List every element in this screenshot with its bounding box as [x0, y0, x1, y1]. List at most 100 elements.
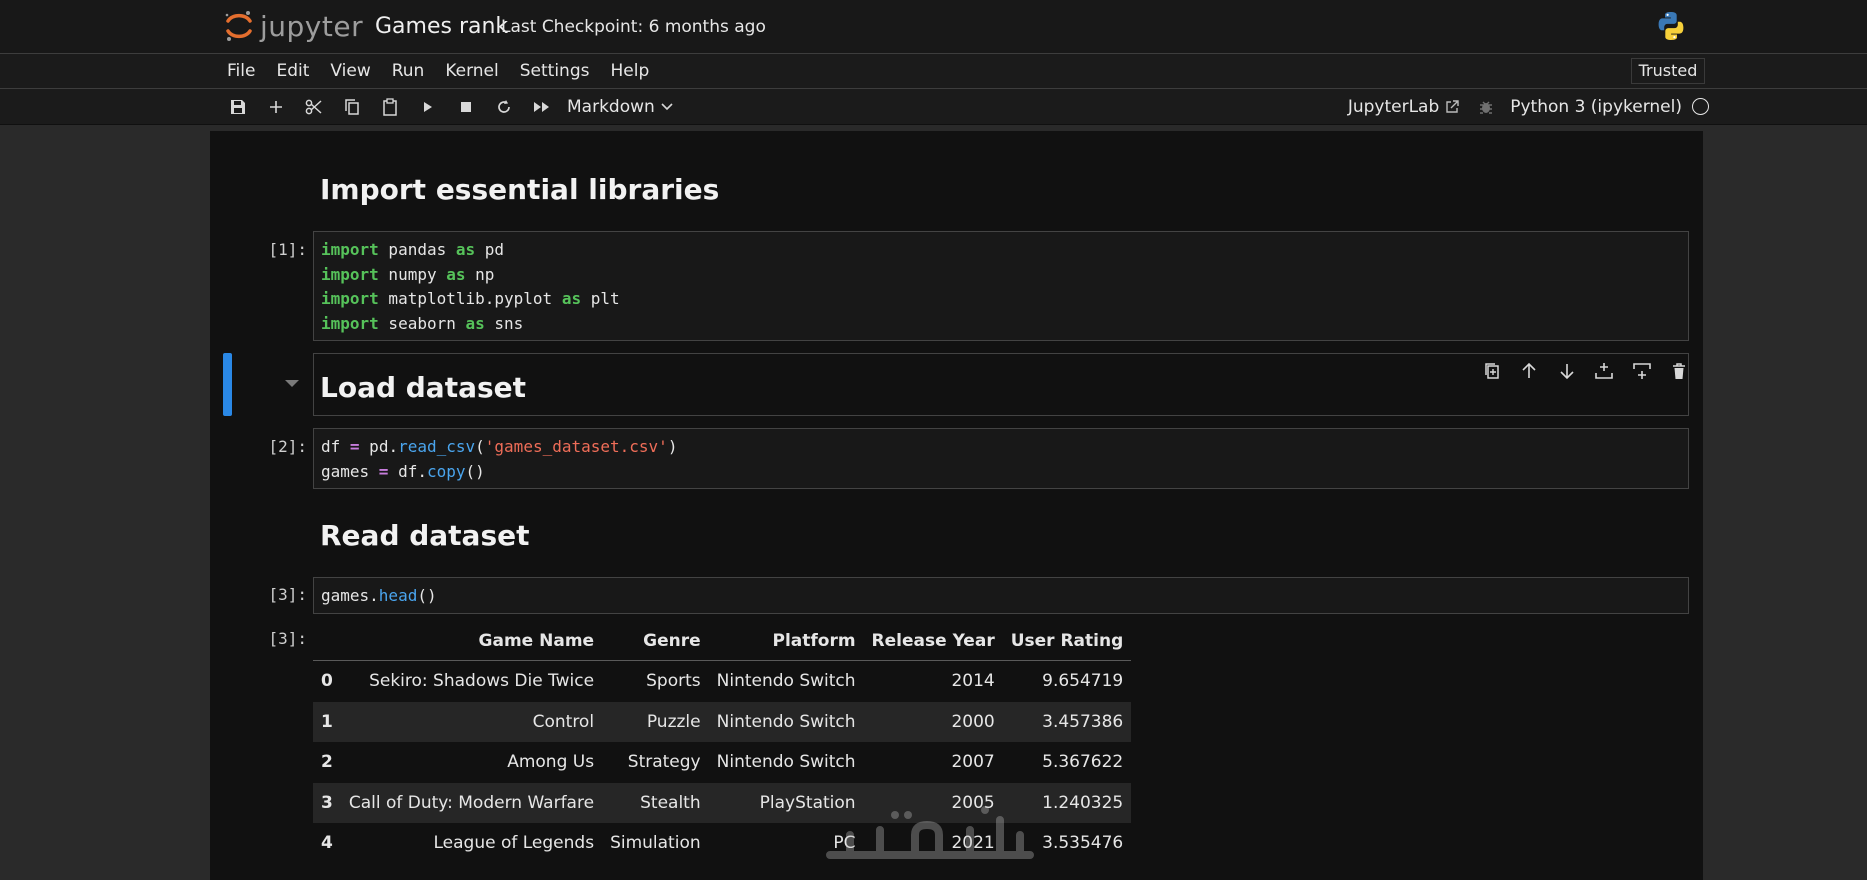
row-index: 3: [321, 792, 333, 813]
menu-view[interactable]: View: [330, 61, 370, 81]
stop-button[interactable]: [447, 89, 485, 124]
table-cell: Call of Duty: Modern Warfare: [348, 792, 595, 813]
row-index: 2: [321, 752, 333, 773]
delete-cell-button[interactable]: [1661, 358, 1699, 384]
menu-help[interactable]: Help: [610, 61, 649, 81]
trusted-badge[interactable]: Trusted: [1631, 58, 1705, 84]
paste-icon: [383, 97, 397, 116]
copy-icon: [345, 98, 359, 115]
paste-button[interactable]: [371, 89, 409, 124]
delete-icon: [1673, 363, 1686, 379]
insert-above-button[interactable]: [1586, 358, 1624, 384]
code-cell-1[interactable]: import pandas as pd import numpy as np i…: [313, 231, 1689, 341]
jupyterlab-link[interactable]: JupyterLab: [1348, 97, 1460, 117]
table-cell: Nintendo Switch: [716, 752, 856, 773]
menu-settings[interactable]: Settings: [520, 61, 590, 81]
duplicate-cell-button[interactable]: [1473, 358, 1511, 384]
restart-button[interactable]: [485, 89, 523, 124]
table-row: 1 Control Puzzle Nintendo Switch 2000 3.…: [313, 701, 1132, 742]
table-cell: 2000: [951, 711, 995, 732]
menu-kernel[interactable]: Kernel: [445, 61, 498, 81]
table-header: Platform: [708, 622, 864, 661]
cell-3-prompt: [3]:: [268, 585, 307, 604]
code-line: import matplotlib.pyplot as plt: [321, 289, 620, 308]
add-cell-button[interactable]: [257, 89, 295, 124]
run-icon: [424, 101, 432, 112]
stop-icon: [461, 101, 471, 112]
toolbar-buttons: Markdown: [219, 89, 673, 124]
table-cell: Among Us: [507, 752, 595, 773]
heading-load-dataset: Load dataset: [320, 371, 527, 404]
menu-edit[interactable]: Edit: [276, 61, 309, 81]
toolbar-right: JupyterLab Python 3 (ipykernel): [1348, 89, 1709, 124]
table-cell: 2007: [951, 752, 995, 773]
table-cell: 9.654719: [1042, 671, 1124, 692]
cell-toolbar: [1473, 358, 1698, 384]
table-header: [313, 622, 341, 661]
watermark-logo: [826, 806, 1034, 859]
debugger-icon[interactable]: [1478, 99, 1494, 115]
cut-button[interactable]: [295, 89, 333, 124]
row-index: 0: [321, 671, 333, 692]
save-button[interactable]: [219, 89, 257, 124]
row-index: 4: [321, 833, 333, 854]
code-line: df = pd.read_csv('games_dataset.csv'): [321, 437, 678, 456]
duplicate-icon: [1485, 363, 1499, 379]
jupyter-logo-text: jupyter: [260, 9, 364, 43]
table-cell: 5.367622: [1042, 752, 1124, 773]
table-cell: Puzzle: [646, 711, 701, 732]
table-cell: Sports: [646, 671, 701, 692]
collapse-heading-icon[interactable]: [285, 380, 299, 387]
menu-list: File Edit View Run Kernel Settings Help: [227, 54, 670, 88]
table-cell: Nintendo Switch: [716, 711, 856, 732]
cell-1-prompt: [1]:: [268, 240, 307, 259]
external-link-icon: [1446, 99, 1459, 113]
code-line: import numpy as np: [321, 264, 495, 284]
restart-icon: [498, 99, 510, 113]
restart-run-all-button[interactable]: [523, 89, 561, 124]
table-header: Game Name: [340, 622, 603, 661]
code-line: import pandas as pd: [321, 240, 505, 259]
top-bar: jupyter Games rank Last Checkpoint: 6 mo…: [0, 0, 1867, 54]
table-header: Genre: [602, 622, 709, 661]
menu-file[interactable]: File: [227, 61, 255, 81]
jupyter-logo-icon: [225, 11, 252, 41]
cell-type-select[interactable]: Markdown: [567, 97, 673, 117]
jupyter-logo[interactable]: jupyter: [224, 8, 363, 44]
table-cell: Nintendo Switch: [716, 671, 856, 692]
move-down-button[interactable]: [1548, 358, 1586, 384]
table-header-row: Game Name Genre Platform Release Year Us…: [313, 622, 1132, 661]
table-cell: League of Legends: [433, 833, 595, 854]
insert-below-button[interactable]: [1623, 358, 1661, 384]
kernel-status-icon: [1692, 98, 1709, 115]
table-cell: Control: [532, 711, 595, 732]
table-cell: 2014: [951, 671, 995, 692]
table-row: 0 Sekiro: Shadows Die Twice Sports Ninte…: [313, 661, 1131, 702]
table-header: User Rating: [1002, 622, 1132, 661]
cut-icon: [305, 99, 322, 114]
jupyterlab-label: JupyterLab: [1347, 96, 1440, 117]
row-index: 1: [321, 711, 333, 732]
table-row: 2 Among Us Strategy Nintendo Switch 2007…: [313, 742, 1131, 783]
menu-run[interactable]: Run: [392, 61, 425, 81]
active-cell-indicator[interactable]: [223, 353, 232, 416]
move-up-button[interactable]: [1511, 358, 1549, 384]
run-button[interactable]: [409, 89, 447, 124]
python-logo-icon: [1658, 12, 1684, 40]
checkpoint-status: Last Checkpoint: 6 months ago: [501, 17, 766, 37]
table-cell: Simulation: [610, 833, 701, 854]
copy-button[interactable]: [333, 89, 371, 124]
code-line: games = df.copy(): [321, 461, 485, 481]
insert-above-icon: [1595, 363, 1614, 379]
fast-forward-icon: [534, 101, 549, 112]
table-header: Release Year: [863, 622, 1003, 661]
kernel-name[interactable]: Python 3 (ipykernel): [1510, 97, 1682, 117]
output-3-prompt: [3]:: [268, 629, 307, 648]
cell-2-prompt: [2]:: [268, 437, 307, 456]
table-cell: Sekiro: Shadows Die Twice: [369, 671, 595, 692]
notebook-title[interactable]: Games rank: [375, 14, 508, 39]
table-cell: 3.457386: [1042, 711, 1124, 732]
code-cell-3[interactable]: games.head(): [313, 577, 1689, 614]
code-cell-2[interactable]: df = pd.read_csv('games_dataset.csv') ga…: [313, 428, 1689, 489]
heading-read-dataset: Read dataset: [320, 519, 530, 552]
